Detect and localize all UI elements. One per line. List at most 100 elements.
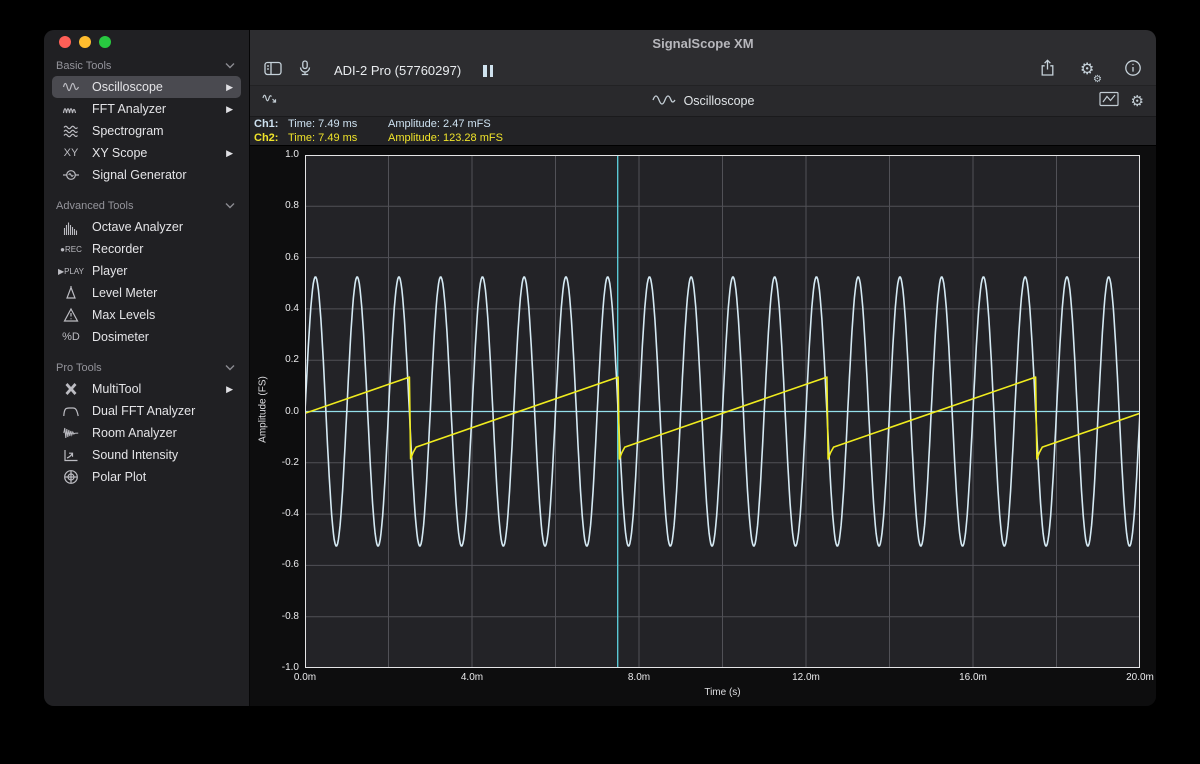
sidebar-item-label: XY Scope [92, 146, 147, 160]
sidebar-item-label: Dual FFT Analyzer [92, 404, 195, 418]
window-title: SignalScope XM [652, 36, 753, 51]
level-meter-icon [56, 285, 86, 301]
sidebar-sections: Basic Tools Oscilloscope▶FFT Analyzer▶ Spe… [44, 56, 249, 488]
y-tick-label: 0.8 [257, 200, 299, 211]
sidebar-item-label: Max Levels [92, 308, 155, 322]
status-ch1: Ch1: Time: 7.49 ms Amplitude: 2.47 mFS [254, 118, 1156, 132]
section-header-advanced-tools[interactable]: Advanced Tools [44, 196, 249, 216]
x-tick-label: 16.0m [950, 672, 996, 683]
recorder-icon: ●REC [56, 245, 86, 254]
y-tick-label: 0.6 [257, 252, 299, 263]
spectrogram-icon [56, 123, 86, 139]
sidebar-item-multitool[interactable]: MultiTool▶ [52, 378, 241, 400]
section-header-label: Basic Tools [56, 60, 111, 72]
view-toolbar-right: ⚙ [1099, 91, 1144, 112]
sidebar-item-label: Spectrogram [92, 124, 164, 138]
y-tick-label: 1.0 [257, 149, 299, 160]
oscilloscope-icon [652, 93, 676, 110]
chevron-down-icon [225, 60, 235, 72]
window-controls [59, 36, 111, 48]
y-tick-label: 0.0 [257, 406, 299, 417]
sidebar-item-signal-generator[interactable]: Signal Generator [52, 164, 241, 186]
microphone-icon[interactable] [298, 60, 312, 82]
dosimeter-icon: %D [56, 331, 86, 343]
app-window: Basic ToolsOscilloscope▶FFT Analyzer▶Spe… [44, 30, 1156, 706]
sidebar-item-label: Polar Plot [92, 470, 146, 484]
main-toolbar: ADI-2 Pro (57760297) ⚙⚙ [250, 56, 1156, 86]
sidebar-item-xy-scope[interactable]: XY XY Scope ▶ [52, 142, 241, 164]
sidebar-item-max-levels[interactable]: Max Levels [52, 304, 241, 326]
sidebar-item-label: Dosimeter [92, 330, 149, 344]
status-ch2: Ch2: Time: 7.49 ms Amplitude: 123.28 mFS [254, 132, 1156, 146]
disclosure-arrow-icon: ▶ [226, 104, 233, 115]
view-title: Oscilloscope [652, 93, 755, 110]
pause-icon[interactable] [483, 65, 493, 77]
sidebar-item-label: Octave Analyzer [92, 220, 183, 234]
main-panel: SignalScope XM ADI-2 Pro (57760297) ⚙⚙ [250, 30, 1156, 706]
signal-generator-icon [56, 167, 86, 183]
toolbar-right: ⚙⚙ [1039, 59, 1142, 82]
sidebar-item-label: Sound Intensity [92, 448, 178, 462]
plot-region[interactable] [305, 155, 1140, 668]
sidebar-item-label: Level Meter [92, 286, 157, 300]
sidebar-item-oscilloscope[interactable]: Oscilloscope▶ [52, 76, 241, 98]
player-icon: ▶PLAY [56, 267, 86, 276]
x-axis-title: Time (s) [305, 687, 1140, 698]
signal-input-icon[interactable] [262, 91, 280, 111]
sidebar-item-level-meter[interactable]: Level Meter [52, 282, 241, 304]
y-tick-label: -0.6 [257, 559, 299, 570]
x-tick-label: 0.0m [282, 672, 328, 683]
sidebar-item-spectrogram[interactable]: Spectrogram [52, 120, 241, 142]
sidebar-item-room-analyzer[interactable]: Room Analyzer [52, 422, 241, 444]
sidebar-item-label: Signal Generator [92, 168, 187, 182]
chart-frame-icon[interactable] [1099, 91, 1119, 112]
sidebar-item-label: Recorder [92, 242, 143, 256]
y-tick-label: -0.4 [257, 508, 299, 519]
view-toolbar: Oscilloscope ⚙ [250, 86, 1156, 117]
minimize-button[interactable] [79, 36, 91, 48]
y-tick-label: -0.2 [257, 457, 299, 468]
disclosure-arrow-icon: ▶ [226, 148, 233, 159]
sidebar-item-fft-analyzer[interactable]: FFT Analyzer▶ [52, 98, 241, 120]
sidebar-item-label: Room Analyzer [92, 426, 177, 440]
info-icon[interactable] [1124, 59, 1142, 82]
x-tick-label: 12.0m [783, 672, 829, 683]
x-tick-label: 20.0m [1117, 672, 1156, 683]
octave-icon [56, 219, 86, 235]
sidebar-item-octave-analyzer[interactable]: Octave Analyzer [52, 216, 241, 238]
fft-icon [56, 101, 86, 117]
disclosure-arrow-icon: ▶ [226, 384, 233, 395]
section-header-label: Pro Tools [56, 362, 102, 374]
multitool-icon [56, 381, 86, 397]
room-analyzer-icon [56, 425, 86, 441]
sidebar-item-dual-fft-analyzer[interactable]: Dual FFT Analyzer [52, 400, 241, 422]
x-tick-label: 8.0m [616, 672, 662, 683]
dual-fft-icon [56, 403, 86, 419]
sidebar: Basic Tools Oscilloscope▶FFT Analyzer▶ Spe… [44, 30, 250, 706]
sidebar-item-player[interactable]: ▶PLAYPlayer [52, 260, 241, 282]
share-icon[interactable] [1039, 59, 1056, 82]
gear-icon[interactable]: ⚙ [1131, 94, 1144, 109]
cursor-readout-bar: Ch1: Time: 7.49 ms Amplitude: 2.47 mFS C… [250, 117, 1156, 146]
device-name[interactable]: ADI-2 Pro (57760297) [334, 63, 461, 78]
section-header-pro-tools[interactable]: Pro Tools [44, 358, 249, 378]
zoom-button[interactable] [99, 36, 111, 48]
close-button[interactable] [59, 36, 71, 48]
sidebar-toggle-icon[interactable] [264, 61, 282, 81]
oscilloscope-chart: Amplitude (FS) 1.00.80.60.40.20.0-0.2-0.… [250, 146, 1156, 706]
sidebar-item-polar-plot[interactable]: Polar Plot [52, 466, 241, 488]
polar-plot-icon [56, 469, 86, 485]
max-levels-icon [56, 307, 86, 323]
section-header-basic-tools[interactable]: Basic Tools [44, 56, 249, 76]
xy-icon: XY [56, 147, 86, 159]
sound-intensity-icon [56, 447, 86, 463]
chevron-down-icon [225, 362, 235, 374]
settings-gears-icon[interactable]: ⚙⚙ [1080, 61, 1100, 81]
sidebar-item-sound-intensity[interactable]: Sound Intensity [52, 444, 241, 466]
x-tick-label: 4.0m [449, 672, 495, 683]
sidebar-item-dosimeter[interactable]: %D Dosimeter [52, 326, 241, 348]
oscilloscope-icon [56, 79, 86, 95]
y-tick-label: 0.2 [257, 354, 299, 365]
title-bar: SignalScope XM [250, 30, 1156, 56]
sidebar-item-recorder[interactable]: ●REC Recorder [52, 238, 241, 260]
